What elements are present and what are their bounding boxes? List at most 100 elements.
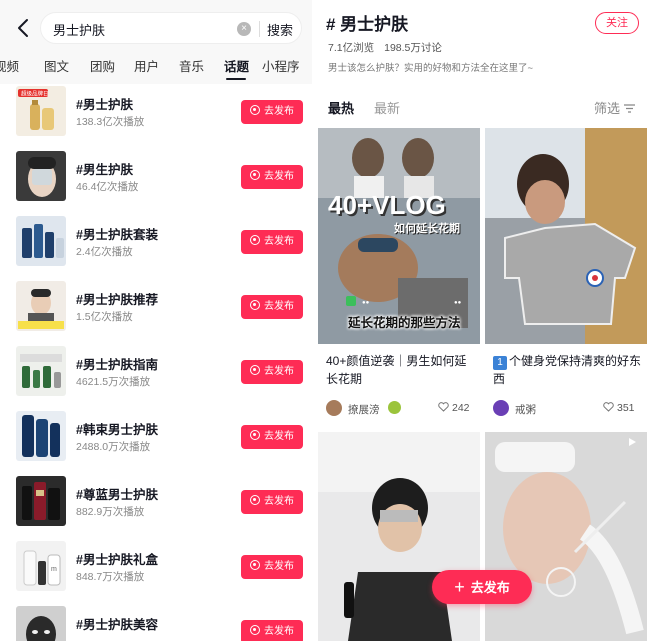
topic-thumbnail: [16, 606, 66, 641]
camera-icon: [250, 170, 260, 180]
publish-button[interactable]: 去发布: [241, 360, 303, 384]
cover-overlay-subtitle: 如何延长花期: [394, 223, 460, 235]
topic-thumbnail: [16, 476, 66, 526]
topic-title: #韩束男士护肤: [76, 423, 158, 437]
topic-row[interactable]: #男士护肤指南 4621.5万次播放 去发布: [0, 346, 312, 411]
card-title: 1 个健身党保持清爽的好东西: [493, 352, 645, 388]
heart-icon: [603, 402, 614, 412]
plus-icon: +: [454, 577, 465, 597]
tab-latest[interactable]: 最新: [374, 98, 400, 117]
topic-thumbnail: [16, 151, 66, 201]
svg-text:●●: ●●: [454, 300, 462, 306]
topic-row[interactable]: 超级品牌日 #男士护肤 138.3亿次播放 去发布: [0, 86, 312, 151]
card-author[interactable]: 戒粥: [515, 402, 536, 417]
publish-button[interactable]: 去发布: [241, 490, 303, 514]
card-title: 40+颜值逆袭｜男生如何延长花期: [326, 354, 467, 386]
topic-row[interactable]: #男士护肤推荐 1.5亿次播放 去发布: [0, 281, 312, 346]
publish-label: 去发布: [264, 301, 294, 312]
video-card[interactable]: ●● ●● 40+VLOG 如何延长花期 延长花期的那些方法 40+颜值逆袭｜男…: [318, 128, 480, 424]
back-icon[interactable]: [12, 16, 36, 40]
tab-topics[interactable]: 话题: [224, 56, 249, 75]
publish-button[interactable]: 去发布: [241, 620, 303, 641]
topic-row[interactable]: #韩束男士护肤 2488.0万次播放 去发布: [0, 411, 312, 476]
search-input[interactable]: 男士护肤 × 搜索: [40, 12, 302, 44]
camera-icon: [250, 300, 260, 310]
sort-tabs: 最热 最新 筛选: [312, 90, 654, 124]
tab-users[interactable]: 用户: [134, 56, 159, 75]
tab-music[interactable]: 音乐: [179, 56, 204, 75]
video-card[interactable]: [485, 432, 647, 641]
topic-plays: 1.5亿次播放: [76, 311, 133, 323]
topic-thumbnail: [16, 346, 66, 396]
topic-title: #男士护肤推荐: [76, 293, 158, 307]
tab-image-text[interactable]: 图文: [44, 56, 69, 75]
topic-row[interactable]: #尊蓝男士护肤 882.9万次播放 去发布: [0, 476, 312, 541]
topic-plays: 46.4亿次播放: [76, 181, 139, 193]
like-count[interactable]: 351: [603, 402, 635, 414]
card-author[interactable]: 撩展滂: [348, 402, 380, 417]
clear-icon[interactable]: ×: [237, 22, 251, 36]
publish-button[interactable]: 去发布: [241, 555, 303, 579]
video-card[interactable]: 1 个健身党保持清爽的好东西 戒粥 351: [485, 128, 647, 424]
topic-page-title: # 男士护肤: [326, 15, 409, 34]
tab-hottest[interactable]: 最热: [328, 98, 354, 117]
camera-icon: [250, 495, 260, 505]
tab-group-buy[interactable]: 团购: [90, 56, 115, 75]
tab-mini-program[interactable]: 小程序: [262, 56, 300, 75]
like-count[interactable]: 242: [438, 402, 470, 414]
search-button[interactable]: 搜索: [267, 20, 293, 39]
svg-text:m: m: [51, 566, 57, 573]
publish-label: 去发布: [264, 626, 294, 637]
topic-title: #男士护肤礼盒: [76, 553, 158, 567]
cover-overlay-caption: 延长花期的那些方法: [348, 316, 461, 330]
search-tabs: 视频 图文 团购 用户 音乐 话题 小程序: [0, 56, 312, 84]
topic-thumbnail: [16, 411, 66, 461]
card-title-text: 个健身党保持清爽的好东西: [493, 354, 642, 386]
video-cover: [485, 432, 647, 641]
publish-fab-button[interactable]: + 去发布: [432, 570, 532, 604]
avatar[interactable]: [493, 400, 509, 416]
topic-row[interactable]: #男士护肤美容 去发布: [0, 606, 312, 641]
publish-button[interactable]: 去发布: [241, 425, 303, 449]
avatar[interactable]: [326, 400, 342, 416]
publish-button[interactable]: 去发布: [241, 100, 303, 124]
filter-icon: [624, 104, 636, 113]
publish-label: 去发布: [264, 561, 294, 572]
filter-button[interactable]: 筛选: [594, 98, 636, 117]
camera-icon: [250, 235, 260, 245]
play-icon: [629, 438, 636, 446]
publish-label: 去发布: [264, 171, 294, 182]
follow-button[interactable]: 关注: [595, 12, 639, 34]
topic-thumbnail: [16, 216, 66, 266]
author-badge-icon: [388, 401, 401, 414]
search-query: 男士护肤: [53, 23, 106, 38]
topic-thumbnail: [16, 281, 66, 331]
publish-label: 去发布: [264, 366, 294, 377]
topic-plays: 4621.5万次播放: [76, 376, 151, 388]
camera-icon: [250, 105, 260, 115]
topic-stats: 7.1亿浏览 198.5万讨论: [328, 40, 442, 55]
camera-icon: [250, 560, 260, 570]
topic-title: #男士护肤美容: [76, 618, 158, 632]
video-cover: [318, 432, 480, 641]
number-emoji-badge: 1: [493, 356, 507, 370]
publish-button[interactable]: 去发布: [241, 165, 303, 189]
topic-row[interactable]: #男生护肤 46.4亿次播放 去发布: [0, 151, 312, 216]
video-card[interactable]: [318, 432, 480, 641]
thumb-badge-text: 超级品牌日: [21, 90, 49, 98]
video-cover: [485, 128, 647, 344]
topic-row[interactable]: #男士护肤套装 2.4亿次播放 去发布: [0, 216, 312, 281]
search-divider: [259, 21, 260, 37]
topic-plays: 138.3亿次播放: [76, 116, 145, 128]
topic-plays: 2488.0万次播放: [76, 441, 151, 453]
camera-icon: [250, 430, 260, 440]
topic-detail-panel: # 男士护肤 关注 7.1亿浏览 198.5万讨论 男士该怎么护肤？实用的好物和方…: [312, 0, 654, 641]
topic-title: #男士护肤指南: [76, 358, 158, 372]
search-header: 男士护肤 × 搜索: [0, 0, 312, 56]
publish-button[interactable]: 去发布: [241, 295, 303, 319]
tab-video[interactable]: 视频: [0, 56, 19, 75]
topic-title: #男士护肤套装: [76, 228, 158, 242]
discussion-count: 198.5万讨论: [384, 42, 442, 54]
publish-button[interactable]: 去发布: [241, 230, 303, 254]
topic-row[interactable]: m #男士护肤礼盒 848.7万次播放 去发布: [0, 541, 312, 606]
